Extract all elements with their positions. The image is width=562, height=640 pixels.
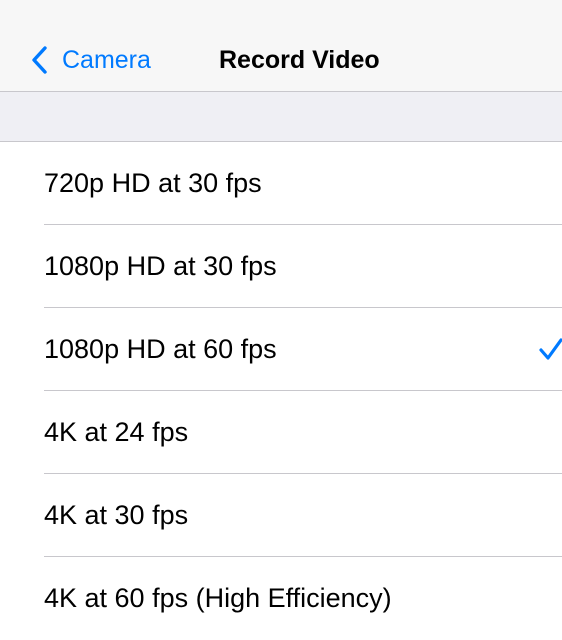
checkmark-icon [538, 337, 562, 363]
option-label: 1080p HD at 30 fps [44, 251, 277, 281]
page-title: Record Video [219, 46, 380, 74]
section-header-spacer [0, 92, 562, 142]
option-4k-60fps-high-efficiency[interactable]: 4K at 60 fps (High Efficiency) [0, 557, 562, 640]
option-720p-30fps[interactable]: 720p HD at 30 fps [0, 142, 562, 225]
option-label: 1080p HD at 60 fps [44, 334, 277, 364]
option-label: 720p HD at 30 fps [44, 168, 262, 198]
chevron-left-icon [30, 40, 56, 80]
option-label: 4K at 24 fps [44, 417, 189, 447]
option-4k-30fps[interactable]: 4K at 30 fps [0, 474, 562, 557]
option-1080p-30fps[interactable]: 1080p HD at 30 fps [0, 225, 562, 308]
record-video-options-list: 720p HD at 30 fps 1080p HD at 30 fps 108… [0, 142, 562, 640]
back-button-camera[interactable]: Camera [30, 40, 151, 80]
option-label: 4K at 60 fps (High Efficiency) [44, 583, 392, 613]
back-button-label: Camera [62, 46, 151, 74]
option-4k-24fps[interactable]: 4K at 24 fps [0, 391, 562, 474]
option-label: 4K at 30 fps [44, 500, 189, 530]
option-1080p-60fps[interactable]: 1080p HD at 60 fps [0, 308, 562, 391]
navigation-bar: Camera Record Video [0, 0, 562, 92]
